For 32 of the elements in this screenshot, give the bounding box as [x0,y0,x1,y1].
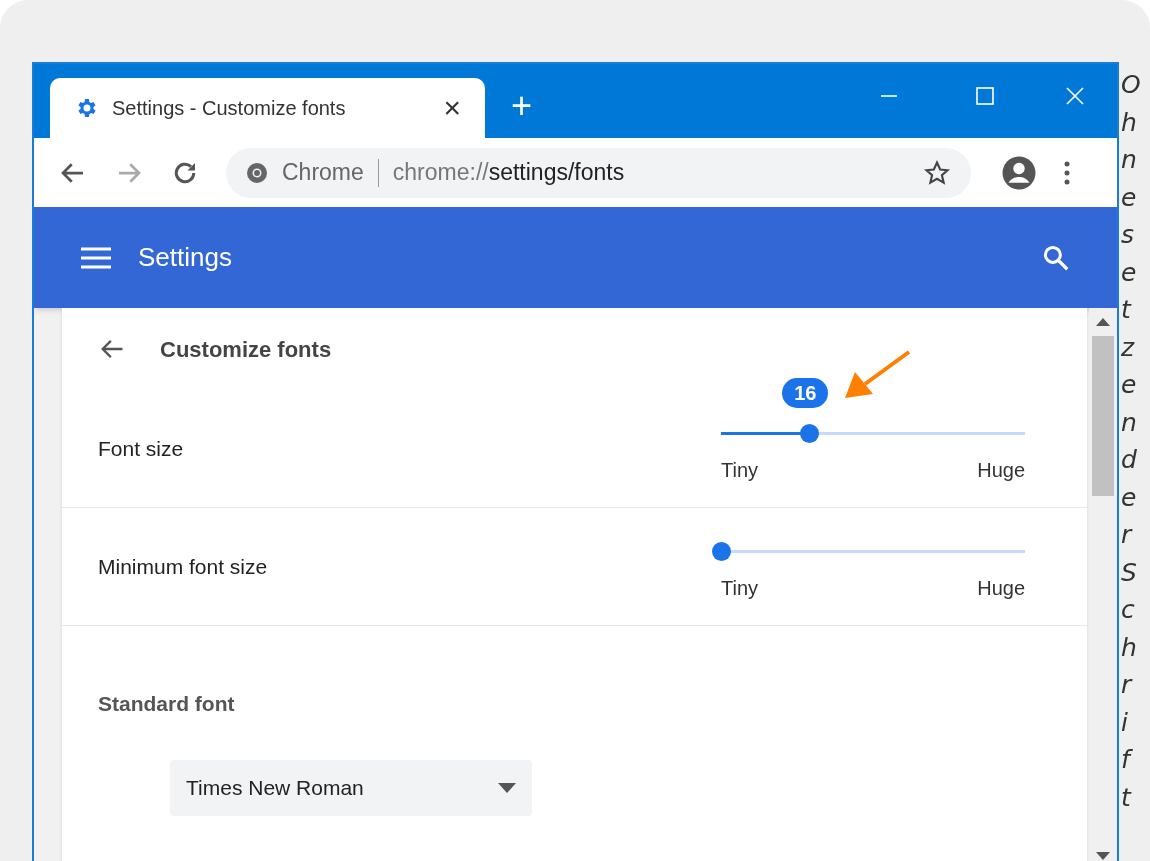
url-text: chrome://settings/fonts [392,158,626,188]
close-tab-button[interactable]: × [443,93,461,123]
max-label: Huge [977,458,1025,483]
scroll-thumb[interactable] [1092,336,1114,496]
min-label: Tiny [721,576,759,601]
account-icon[interactable] [1001,154,1037,191]
setting-label: Minimum font size [98,553,268,580]
vertical-side-text: OhnesetzenderSchrift [1121,69,1142,814]
address-bar[interactable]: Chrome chrome://settings/fonts [226,147,971,198]
tab-title: Settings - Customize fonts [112,96,347,121]
font-dropdown[interactable]: Times New Roman [170,759,532,816]
dropdown-caret-icon [498,782,516,793]
slider-thumb[interactable] [800,424,820,443]
maximize-icon[interactable] [975,86,995,106]
min-label: Tiny [721,458,759,483]
header-title: Settings [138,241,233,274]
scroll-up-icon[interactable] [1096,318,1110,326]
setting-label: Font size [98,435,184,462]
site-label: Chrome [282,158,364,188]
section-heading: Standard font [98,691,236,717]
menu-icon[interactable] [80,245,112,270]
max-label: Huge [977,576,1025,601]
chrome-logo-icon [246,161,268,184]
page-title: Customize fonts [160,335,332,364]
close-icon[interactable] [1065,86,1085,106]
browser-tab[interactable]: Settings - Customize fonts × [50,78,485,138]
new-tab-button[interactable]: + [511,88,533,124]
scroll-down-icon[interactable] [1096,852,1110,860]
star-icon[interactable] [923,158,951,187]
menu-dots-icon[interactable] [1063,159,1071,186]
value-bubble: 16 [782,378,829,408]
slider-thumb[interactable] [712,542,731,561]
